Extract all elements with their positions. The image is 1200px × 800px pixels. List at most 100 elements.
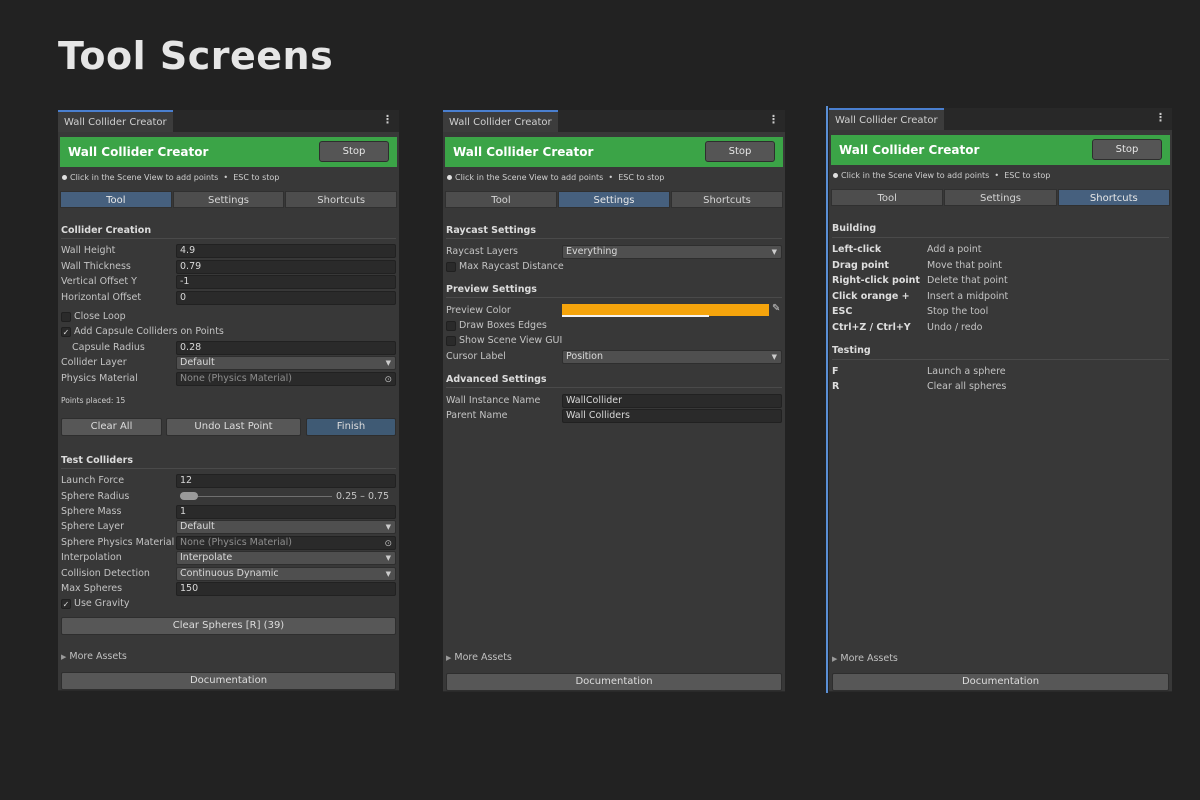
interpolation-dropdown[interactable]: Interpolate ▼ bbox=[176, 551, 396, 565]
launch-force-field[interactable]: 12 bbox=[176, 474, 396, 488]
physics-material-field[interactable]: None (Physics Material) ⊙ bbox=[176, 372, 396, 386]
horizontal-offset-field[interactable]: 0 bbox=[176, 291, 396, 305]
more-assets-foldout[interactable]: ▶ More Assets bbox=[61, 651, 127, 662]
window-tab[interactable]: Wall Collider Creator bbox=[443, 110, 558, 132]
interpolation-label: Interpolation bbox=[61, 552, 122, 563]
header-title: Wall Collider Creator bbox=[839, 143, 980, 157]
tab-tool[interactable]: Tool bbox=[445, 191, 557, 208]
shortcut-desc: Add a point bbox=[927, 244, 982, 255]
kebab-menu-icon[interactable]: ⋮ bbox=[1155, 111, 1166, 124]
finish-button[interactable]: Finish bbox=[306, 418, 396, 436]
kebab-menu-icon[interactable]: ⋮ bbox=[768, 113, 779, 126]
window-tab-bar: Wall Collider Creator ⋮ bbox=[443, 110, 785, 132]
undo-last-point-button[interactable]: Undo Last Point bbox=[166, 418, 301, 436]
tab-shortcuts[interactable]: Shortcuts bbox=[671, 191, 783, 208]
sphere-radius-slider-track[interactable] bbox=[180, 496, 332, 497]
documentation-button[interactable]: Documentation bbox=[446, 673, 782, 691]
capsule-radius-field[interactable]: 0.28 bbox=[176, 341, 396, 355]
cursor-label-dropdown[interactable]: Position ▼ bbox=[562, 350, 782, 364]
close-loop-checkbox[interactable] bbox=[61, 312, 71, 322]
window-focus-bar bbox=[826, 106, 828, 693]
tool-header: Wall Collider Creator Stop bbox=[831, 135, 1170, 165]
wall-thickness-field[interactable]: 0.79 bbox=[176, 260, 396, 274]
window-tab[interactable]: Wall Collider Creator bbox=[829, 108, 944, 130]
horizontal-offset-label: Horizontal Offset bbox=[61, 292, 142, 303]
page-title: Tool Screens bbox=[58, 34, 334, 78]
tab-settings[interactable]: Settings bbox=[944, 189, 1057, 206]
more-assets-foldout[interactable]: ▶ More Assets bbox=[446, 652, 512, 663]
tab-tool[interactable]: Tool bbox=[60, 191, 172, 208]
tab-shortcuts[interactable]: Shortcuts bbox=[285, 191, 398, 208]
chevron-down-icon: ▼ bbox=[385, 359, 391, 367]
shortcut-key: F bbox=[832, 366, 839, 377]
close-loop-label: Close Loop bbox=[74, 311, 126, 322]
shortcut-desc: Move that point bbox=[927, 260, 1003, 271]
stop-button[interactable]: Stop bbox=[1092, 139, 1162, 160]
shortcut-key: Right-click point bbox=[832, 275, 920, 286]
clear-all-button[interactable]: Clear All bbox=[61, 418, 162, 436]
tool-header: Wall Collider Creator Stop bbox=[60, 137, 397, 167]
stop-button[interactable]: Stop bbox=[319, 141, 389, 162]
sphere-radius-slider-handle[interactable] bbox=[180, 492, 198, 500]
more-assets-foldout[interactable]: ▶ More Assets bbox=[832, 653, 898, 664]
max-spheres-label: Max Spheres bbox=[61, 583, 123, 594]
hint-text: Click in the Scene View to add points • … bbox=[62, 173, 279, 182]
stop-button[interactable]: Stop bbox=[705, 141, 775, 162]
add-capsule-checkbox[interactable]: ✓ bbox=[61, 327, 71, 337]
vertical-offset-field[interactable]: -1 bbox=[176, 275, 396, 289]
shortcut-key: Click orange + bbox=[832, 291, 910, 302]
sphere-layer-dropdown[interactable]: Default ▼ bbox=[176, 520, 396, 534]
section-divider bbox=[446, 297, 782, 298]
shortcut-desc: Clear all spheres bbox=[927, 381, 1007, 392]
max-spheres-field[interactable]: 150 bbox=[176, 582, 396, 596]
collider-layer-label: Collider Layer bbox=[61, 357, 127, 368]
raycast-layers-dropdown[interactable]: Everything ▼ bbox=[562, 245, 782, 259]
collision-detection-dropdown[interactable]: Continuous Dynamic ▼ bbox=[176, 567, 396, 581]
show-gui-checkbox[interactable] bbox=[446, 336, 456, 346]
chevron-down-icon: ▼ bbox=[385, 554, 391, 562]
documentation-button[interactable]: Documentation bbox=[61, 672, 396, 690]
sphere-radius-value: 0.25 – 0.75 bbox=[336, 491, 390, 502]
section-advanced-settings: Advanced Settings bbox=[446, 374, 547, 385]
bullet-icon bbox=[62, 175, 67, 180]
parent-name-field[interactable]: Wall Colliders bbox=[562, 409, 782, 423]
kebab-menu-icon[interactable]: ⋮ bbox=[382, 113, 393, 126]
draw-boxes-checkbox[interactable] bbox=[446, 321, 456, 331]
sphere-mass-field[interactable]: 1 bbox=[176, 505, 396, 519]
physics-material-label: Physics Material bbox=[61, 373, 138, 384]
tab-strip: Tool Settings Shortcuts bbox=[831, 189, 1170, 206]
use-gravity-checkbox[interactable]: ✓ bbox=[61, 599, 71, 609]
section-divider bbox=[61, 238, 396, 239]
tool-header: Wall Collider Creator Stop bbox=[445, 137, 783, 167]
points-placed-text: Points placed: 15 bbox=[61, 396, 126, 405]
max-raycast-checkbox[interactable] bbox=[446, 262, 456, 272]
shortcut-desc: Stop the tool bbox=[927, 306, 989, 317]
tab-strip: Tool Settings Shortcuts bbox=[60, 191, 398, 208]
wall-height-field[interactable]: 4.9 bbox=[176, 244, 396, 258]
triangle-right-icon: ▶ bbox=[832, 655, 838, 663]
section-collider-creation: Collider Creation bbox=[61, 225, 152, 236]
shortcut-desc: Undo / redo bbox=[927, 322, 983, 333]
tab-settings[interactable]: Settings bbox=[172, 191, 285, 208]
clear-spheres-button[interactable]: Clear Spheres [R] (39) bbox=[61, 617, 396, 635]
sphere-material-field[interactable]: None (Physics Material) ⊙ bbox=[176, 536, 396, 550]
section-divider bbox=[61, 468, 396, 469]
window-tab[interactable]: Wall Collider Creator bbox=[58, 110, 173, 132]
wall-instance-field[interactable]: WallCollider bbox=[562, 394, 782, 408]
tab-strip: Tool Settings Shortcuts bbox=[445, 191, 783, 208]
collider-layer-dropdown[interactable]: Default ▼ bbox=[176, 356, 396, 370]
documentation-button[interactable]: Documentation bbox=[832, 673, 1169, 691]
object-picker-icon[interactable]: ⊙ bbox=[384, 538, 392, 549]
tab-tool[interactable]: Tool bbox=[831, 189, 944, 206]
vertical-offset-label: Vertical Offset Y bbox=[61, 276, 137, 287]
wall-instance-label: Wall Instance Name bbox=[446, 395, 541, 406]
shortcut-key: Drag point bbox=[832, 260, 889, 271]
eyedropper-icon[interactable]: ✎ bbox=[772, 303, 780, 314]
tab-settings[interactable]: Settings bbox=[558, 191, 670, 208]
max-raycast-label: Max Raycast Distance bbox=[459, 261, 564, 272]
cursor-label-label: Cursor Label bbox=[446, 351, 506, 362]
object-picker-icon[interactable]: ⊙ bbox=[384, 374, 392, 385]
section-testing: Testing bbox=[832, 345, 871, 356]
tab-shortcuts[interactable]: Shortcuts bbox=[1057, 189, 1170, 206]
shortcut-desc: Delete that point bbox=[927, 275, 1008, 286]
